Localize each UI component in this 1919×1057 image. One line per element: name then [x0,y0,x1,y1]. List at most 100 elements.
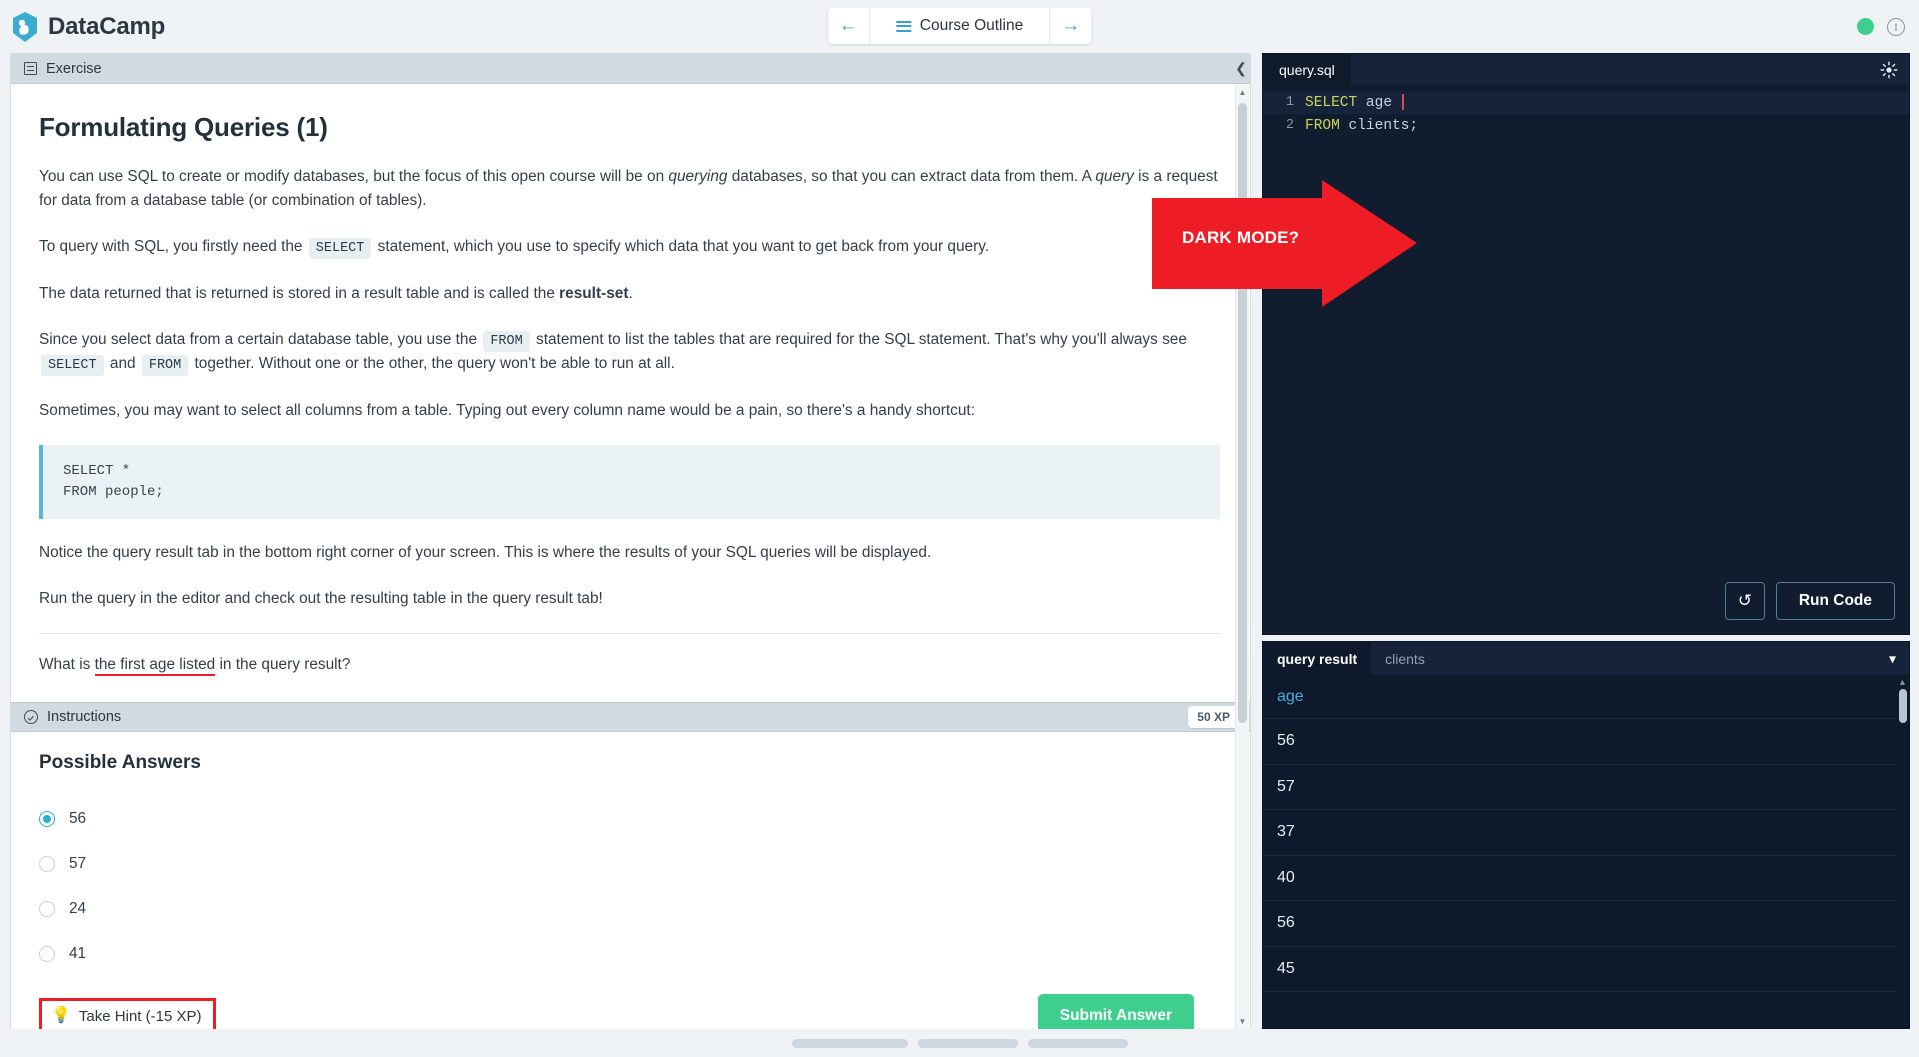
chevron-down-icon[interactable]: ▾ [1889,650,1896,667]
code-area[interactable]: 1 SELECT age 2 FROM clients; [1263,85,1909,137]
collapse-panel-button[interactable]: ❮ [1231,53,1251,83]
p1-emphasis-querying: querying [668,168,728,185]
progress-pill-1[interactable] [791,1038,908,1048]
p4-part-b: statement to list the tables that are re… [531,330,1187,348]
question-part-b: in the query result? [215,656,351,674]
topbar-status: ! [1857,17,1905,36]
answer-option-2[interactable]: 57 [39,841,1222,886]
paragraph-1: You can use SQL to create or modify data… [39,165,1220,213]
previous-exercise-button[interactable]: ← [827,8,870,44]
paragraph-3: The data returned that is returned is st… [39,282,1220,306]
code-line-2-text: FROM clients; [1305,118,1418,134]
answer-label-3: 24 [69,899,87,917]
text-caret [1402,94,1404,111]
p4-part-d: together. Without one or the other, the … [190,355,675,373]
answer-option-4[interactable]: 41 [39,931,1222,976]
sun-icon[interactable] [1880,61,1898,79]
tab-query-result[interactable]: query result [1263,642,1372,675]
exercise-content: Formulating Queries (1) You can use SQL … [11,84,1250,1029]
scroll-down-icon[interactable]: ▼ [1236,1014,1249,1029]
reset-code-button[interactable]: ↺ [1724,582,1765,620]
progress-pill-2[interactable] [917,1038,1018,1048]
code-select-2: SELECT [41,355,104,377]
exercise-header: Exercise [11,54,1250,84]
p1-part-b: databases, so that you can extract data … [727,168,1096,185]
code-select-1: SELECT [308,237,372,259]
scrollbar-thumb[interactable] [1238,103,1247,723]
paragraph-2: To query with SQL, you firstly need the … [39,235,1220,260]
table-row: 37 [1263,810,1909,856]
xp-badge: 50 XP [1188,706,1239,729]
radio-41[interactable] [39,945,55,962]
paragraph-7: Run the query in the editor and check ou… [39,590,603,608]
session-status-icon [1857,18,1874,35]
code-line-1[interactable]: 1 SELECT age [1263,91,1909,114]
answer-option-3[interactable]: 24 [39,886,1222,931]
result-vertical-scrollbar[interactable]: ▲ [1896,675,1909,1043]
check-circle-icon [24,710,38,725]
question-highlight: the first age listed [94,656,216,677]
run-code-button[interactable]: Run Code [1775,582,1895,620]
brand-name: DataCamp [48,12,166,40]
table-row: 40 [1263,856,1909,901]
result-scrollbar-thumb[interactable] [1898,689,1907,723]
table-row: 56 [1263,901,1909,947]
scroll-up-icon[interactable]: ▲ [1236,85,1249,100]
identifier-clients: clients; [1339,117,1419,134]
tab-clients[interactable]: clients [1371,642,1439,675]
exercise-actions: 💡 Take Hint (-15 XP) Submit Answer [11,976,1250,1029]
paragraph-4: Since you select data from a certain dat… [39,328,1220,378]
instructions-label-wrap: Instructions [24,709,121,725]
take-hint-button[interactable]: 💡 Take Hint (-15 XP) [39,997,217,1029]
submit-answer-button[interactable]: Submit Answer [1037,994,1194,1029]
take-hint-label: Take Hint (-15 XP) [78,1007,202,1025]
code-from-2: FROM [141,355,189,377]
exercise-article: Formulating Queries (1) You can use SQL … [11,84,1250,677]
answer-option-1[interactable]: 56 [39,796,1222,841]
possible-answers-title: Possible Answers [39,752,201,774]
keyword-select: SELECT [1305,94,1358,111]
keyword-from: FROM [1305,117,1340,134]
info-icon[interactable]: ! [1887,17,1905,36]
paragraph-6: Notice the query result tab in the botto… [39,544,932,562]
document-icon [24,62,37,75]
p1-part-a: You can use SQL to create or modify data… [39,168,669,185]
code-from-1: FROM [483,330,530,352]
p3-strong-resultset: result-set [559,284,629,302]
radio-24[interactable] [39,900,55,917]
code-line-2[interactable]: 2 FROM clients; [1263,114,1909,137]
result-scroll-up-icon[interactable]: ▲ [1898,677,1907,687]
radio-56[interactable] [39,810,55,827]
example-code-block: SELECT * FROM people; [39,445,1220,520]
course-nav: ← Course Outline → [827,8,1092,44]
table-row: 45 [1263,947,1909,992]
page-title: Formulating Queries (1) [39,112,328,142]
content-divider [39,633,1220,635]
instructions-label: Instructions [47,709,122,726]
instructions-header: Instructions 50 XP [11,702,1250,733]
editor-tab-query-sql[interactable]: query.sql [1263,54,1351,85]
lightbulb-icon: 💡 [51,1007,71,1025]
query-result-panel: query result clients ▾ age 56 57 37 40 5… [1262,641,1910,1057]
progress-strip [0,1029,1919,1057]
table-row: 56 [1263,719,1909,765]
datacamp-exercise-app: DataCamp ← Course Outline → ! Exercise F… [0,0,1919,1057]
next-exercise-button[interactable]: → [1049,8,1092,44]
exercise-header-label: Exercise [46,60,102,77]
question-part-a: What is [39,656,95,674]
result-table: age 56 57 37 40 56 45 ▲ [1263,675,1909,1043]
sql-editor: query.sql 1 SELECT age 2 FROM clients; ↺… [1262,53,1910,635]
paragraph-5: Sometimes, you may want to select all co… [39,402,975,420]
exercise-scrollbar[interactable]: ▲ ▼ [1235,85,1249,1029]
course-outline-button[interactable]: Course Outline [870,8,1049,44]
brand[interactable]: DataCamp [11,11,165,43]
radio-57[interactable] [39,855,55,872]
top-bar: DataCamp ← Course Outline → ! [0,0,1919,53]
code-line-1-text: SELECT age [1305,94,1404,111]
answer-label-2: 57 [69,854,87,872]
p2-part-a: To query with SQL, you firstly need the [39,237,307,255]
p1-emphasis-query: query [1095,168,1134,185]
progress-pill-3[interactable] [1027,1038,1128,1048]
p3-part-b: . [628,284,633,302]
editor-buttons: ↺ Run Code [1724,582,1895,620]
